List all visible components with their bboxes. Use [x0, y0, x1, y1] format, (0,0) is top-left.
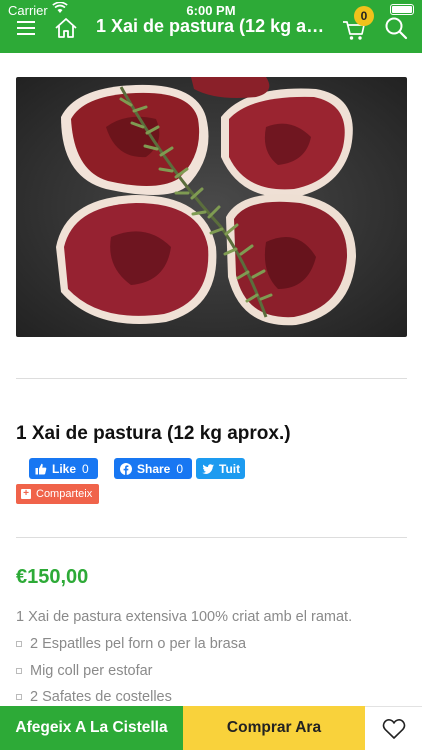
share-count: 0: [176, 461, 184, 476]
product-title: 1 Xai de pastura (12 kg aprox.): [16, 423, 291, 444]
facebook-like-button[interactable]: Like 0: [29, 458, 98, 479]
bottom-action-bar: Afegeix A La Cistella Comprar Ara: [0, 706, 422, 750]
twitter-bird-icon: [202, 463, 214, 474]
share-label: Share: [137, 461, 171, 476]
list-item-text: 2 Espatlles pel forn o per la brasa: [30, 636, 247, 652]
list-item-text: 2 Safates de costelles: [30, 689, 172, 705]
list-item: Mig coll per estofar: [16, 663, 246, 690]
list-item: 2 Espatlles pel forn o per la brasa: [16, 636, 246, 663]
thumbs-up-icon: [35, 463, 47, 475]
square-bullet-icon: [16, 694, 22, 700]
product-price: €150,00: [16, 566, 89, 588]
square-bullet-icon: [16, 667, 22, 674]
like-label: Like: [52, 461, 77, 476]
divider: [16, 378, 407, 379]
divider: [16, 537, 407, 538]
like-count: 0: [82, 461, 89, 476]
product-description: 1 Xai de pastura extensiva 100% criat am…: [16, 609, 353, 625]
favorite-button[interactable]: [365, 706, 422, 750]
home-icon[interactable]: [52, 14, 80, 42]
plus-icon: +: [21, 489, 31, 499]
page-title: 1 Xai de pastura (12 kg ap...: [96, 16, 328, 36]
facebook-share-button[interactable]: Share 0: [114, 458, 192, 479]
list-item-text: Mig coll per estofar: [30, 662, 153, 679]
twitter-tweet-button[interactable]: Tuit: [196, 458, 245, 479]
menu-icon[interactable]: [12, 14, 40, 42]
search-icon[interactable]: [382, 14, 410, 42]
product-contents-list: 2 Espatlles pel forn o per la brasa Mig …: [16, 636, 246, 716]
add-to-cart-button[interactable]: Afegeix A La Cistella: [0, 706, 183, 750]
facebook-icon: [120, 462, 132, 475]
heart-icon: [382, 718, 405, 739]
app-header: Carrier 6:00 PM 1 Xai de pastura (12 kg …: [0, 0, 422, 53]
product-image[interactable]: [16, 77, 407, 337]
share-all-label: Comparteix: [36, 488, 93, 500]
share-all-button[interactable]: + Comparteix: [16, 484, 99, 504]
square-bullet-icon: [16, 641, 22, 647]
tweet-label: Tuit: [219, 461, 241, 476]
buy-now-button[interactable]: Comprar Ara: [183, 706, 365, 750]
cart-count-badge: 0: [354, 6, 374, 26]
